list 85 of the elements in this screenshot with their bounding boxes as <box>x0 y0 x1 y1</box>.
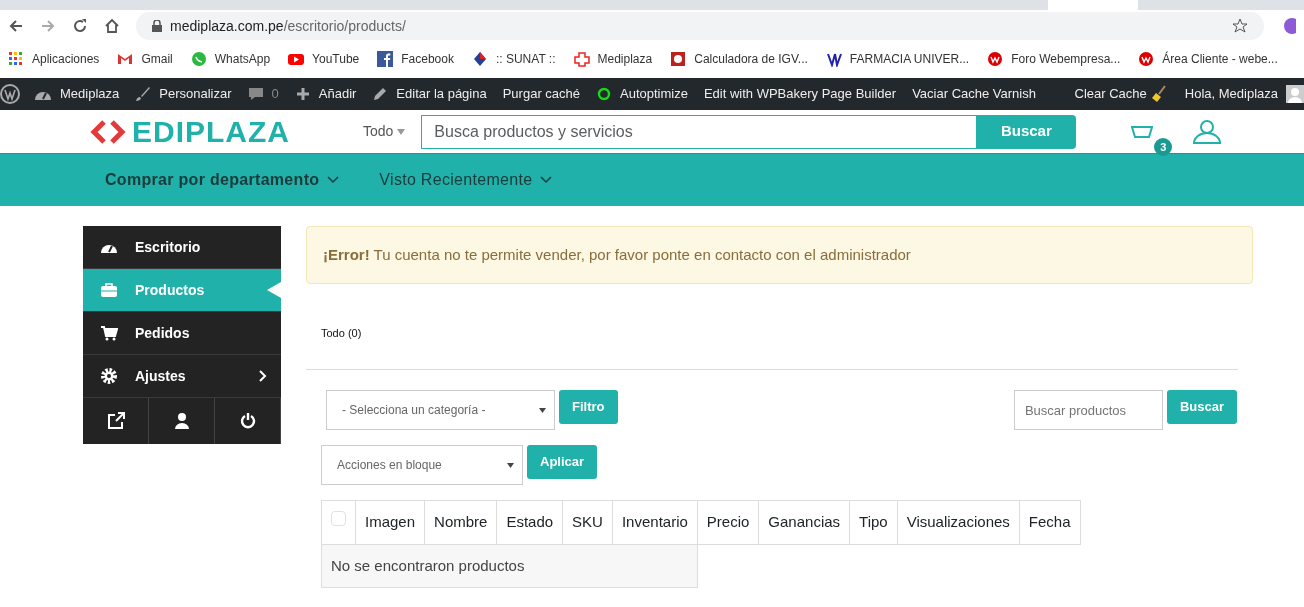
bookmark-link[interactable]: Mediplaza <box>597 50 653 68</box>
chevron-down-icon <box>540 176 553 184</box>
caret-icon <box>539 407 546 413</box>
admin-bar-link[interactable]: Mediplaza <box>60 84 120 104</box>
square-icon <box>670 51 687 67</box>
admin-bar-link[interactable]: Editar la página <box>396 84 487 104</box>
status-ring-icon <box>596 86 612 102</box>
bookmark-link[interactable]: WhatsApp <box>214 50 271 68</box>
bookmark-link[interactable]: Calculadora de IGV... <box>694 50 808 68</box>
back-icon[interactable] <box>8 18 24 34</box>
bookmark-link[interactable]: Área Cliente - webe... <box>1162 50 1278 68</box>
filter-link[interactable]: Todo (0) <box>321 327 362 339</box>
category-dropdown[interactable]: Todo <box>363 121 394 142</box>
admin-bar-link[interactable]: Personalizar <box>159 84 232 104</box>
mail-icon <box>117 51 134 67</box>
column-header[interactable]: Ganancias <box>758 500 850 544</box>
column-header[interactable]: SKU <box>562 500 613 544</box>
external-link-icon[interactable] <box>106 412 125 430</box>
bookmark-link[interactable]: Facebook <box>401 50 454 68</box>
product-search-field[interactable]: Buscar productos <box>1013 390 1163 430</box>
chat-bubble-icon <box>190 51 207 67</box>
search-field[interactable]: Busca productos y servicios <box>421 114 977 149</box>
empty-table-message: No se encontraron productos <box>321 544 698 588</box>
circle-logo-icon <box>1138 51 1155 67</box>
gear-icon <box>100 368 118 384</box>
f-logo-icon <box>377 51 394 67</box>
column-header[interactable]: Precio <box>697 500 759 544</box>
chevron-down-icon <box>327 176 340 184</box>
column-header[interactable]: Imagen <box>355 500 425 544</box>
circle-logo-icon <box>987 51 1004 67</box>
bookmark-link[interactable]: :: SUNAT :: <box>495 50 556 68</box>
admin-bar-link[interactable]: Añadir <box>318 84 357 104</box>
nav-dropdown[interactable]: Comprar por departamento <box>105 168 320 192</box>
admin-bar-link[interactable]: Hola, Mediplaza <box>1184 84 1278 104</box>
speech-bubble-icon <box>247 86 264 102</box>
brush-icon <box>135 86 152 102</box>
caret-icon <box>397 128 406 135</box>
bookmark-link[interactable]: Aplicaciones <box>32 50 100 68</box>
cross-icon <box>573 51 590 67</box>
bookmark-link[interactable]: FARMACIA UNIVER... <box>849 50 970 68</box>
sidebar-item[interactable]: Ajustes <box>83 355 281 398</box>
admin-bar-link[interactable]: 0 <box>271 84 279 104</box>
admin-bar-link[interactable]: Clear Cache <box>1074 84 1147 104</box>
pointer-notch <box>267 282 281 298</box>
reload-icon[interactable] <box>72 18 88 34</box>
user-avatar-icon <box>1286 85 1304 103</box>
bookmark-link[interactable]: Gmail <box>141 50 173 68</box>
column-header[interactable]: Visualizaciones <box>897 500 1020 544</box>
column-header[interactable]: Estado <box>496 500 563 544</box>
chevron-right-icon <box>259 370 267 382</box>
broom-icon <box>1150 85 1169 103</box>
column-header[interactable]: Fecha <box>1019 500 1081 544</box>
error-alert: ¡Error! Tu cuenta no te permite vender, por favor ponte en contacto con el administrador <box>306 226 1253 284</box>
bookmark-link[interactable]: YouTube <box>312 50 360 68</box>
admin-bar-link[interactable]: Vaciar Cache Varnish <box>912 84 1036 104</box>
power-icon[interactable] <box>238 412 257 430</box>
play-icon <box>288 51 305 67</box>
cart-icon <box>100 325 118 341</box>
lock-icon <box>152 20 162 32</box>
plus-icon <box>294 86 311 102</box>
bookmark-link[interactable]: Foro Webempresa... <box>1011 50 1121 68</box>
user-icon[interactable] <box>172 412 191 430</box>
tray-icon[interactable] <box>1131 126 1154 139</box>
column-header[interactable]: Tipo <box>849 500 898 544</box>
caret-icon <box>507 462 514 468</box>
admin-bar-link[interactable]: Purgar caché <box>502 84 580 104</box>
wordpress-logo-icon[interactable] <box>0 84 20 104</box>
admin-bar-link[interactable]: Edit with WPBakery Page Builder <box>703 84 897 104</box>
home-icon[interactable] <box>104 18 120 34</box>
briefcase-icon <box>100 282 118 298</box>
column-header[interactable]: Inventario <box>612 500 698 544</box>
column-header[interactable]: Nombre <box>424 500 497 544</box>
address-url[interactable]: mediplaza.com.pe/escritorio/products/ <box>170 15 406 37</box>
select-dropdown[interactable]: Acciones en bloque <box>321 445 523 485</box>
select-dropdown[interactable]: - Selecciona un categoría - <box>326 390 555 430</box>
sidebar-item[interactable]: Pedidos <box>83 312 281 355</box>
pencil-icon <box>372 86 389 102</box>
admin-bar-link[interactable]: Autoptimize <box>620 84 688 104</box>
apps-grid-icon <box>8 51 24 67</box>
star-icon[interactable] <box>1232 18 1248 34</box>
diamond-icon <box>471 51 488 67</box>
logo-bracket-icon <box>88 117 128 146</box>
nav-dropdown[interactable]: Visto Recientemente <box>379 168 533 192</box>
cart-count-badge: 3 <box>1154 138 1173 156</box>
select-all-checkbox[interactable] <box>331 511 346 526</box>
